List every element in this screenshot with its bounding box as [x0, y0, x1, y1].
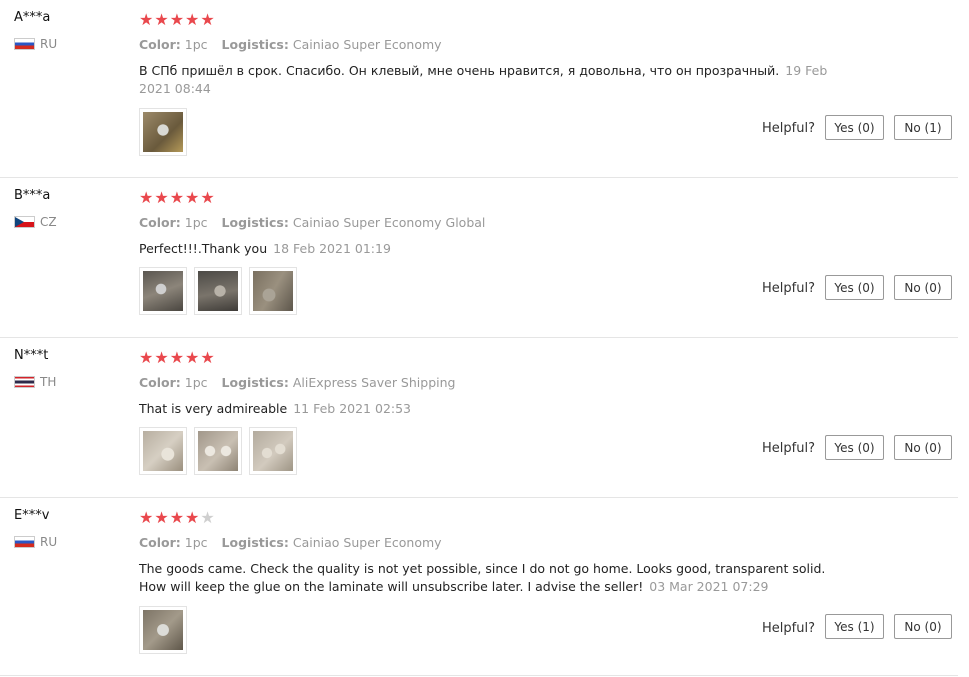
star-icon: ★: [185, 188, 201, 207]
reviewer-name: A***a: [14, 10, 51, 25]
helpful-no-button[interactable]: No (1): [894, 115, 952, 140]
logistics-label: Logistics:: [221, 375, 289, 390]
review-text: The goods came. Check the quality is not…: [139, 560, 854, 596]
review-photos: [139, 606, 194, 654]
star-icon: ★: [169, 10, 186, 29]
color-value: 1pc: [184, 535, 208, 550]
country-code: RU: [40, 535, 58, 549]
reviewer-country: TH: [14, 375, 56, 389]
reviewer-name: N***t: [14, 348, 49, 363]
helpful-label: Helpful?: [762, 281, 815, 296]
review-meta: Color: 1pc Logistics: Cainiao Super Econ…: [139, 535, 442, 550]
review-body: That is very admireable: [139, 401, 288, 416]
color-label: Color:: [139, 375, 181, 390]
helpful-no-button[interactable]: No (0): [894, 275, 952, 300]
helpful-yes-button[interactable]: Yes (0): [825, 435, 884, 460]
color-label: Color:: [139, 215, 181, 230]
helpful-no-button[interactable]: No (0): [894, 614, 952, 639]
star-icon: ★: [154, 348, 170, 367]
star-icon: ★: [200, 10, 216, 29]
star-icon: ★: [139, 348, 155, 367]
review-photo[interactable]: [249, 267, 297, 315]
star-icon: ★: [169, 348, 186, 367]
star-icon: ★: [169, 508, 186, 527]
star-icon: ★: [200, 188, 216, 207]
country-code: CZ: [40, 215, 57, 229]
helpful-yes-button[interactable]: Yes (1): [825, 614, 884, 639]
review-photos: [139, 108, 194, 156]
review-text: That is very admireable 11 Feb 2021 02:53: [139, 400, 854, 418]
star-icon: ★: [154, 10, 170, 29]
review-photo[interactable]: [139, 606, 187, 654]
flag-ru-icon: [14, 536, 35, 548]
review-photo[interactable]: [194, 267, 242, 315]
logistics-value: Cainiao Super Economy Global: [292, 215, 486, 230]
helpful-label: Helpful?: [762, 121, 815, 136]
color-label: Color:: [139, 37, 181, 52]
logistics-label: Logistics:: [221, 535, 289, 550]
reviewer-name: E***v: [14, 508, 50, 523]
review-photo[interactable]: [249, 427, 297, 475]
review-photo[interactable]: [139, 427, 187, 475]
review-meta: Color: 1pc Logistics: AliExpress Saver S…: [139, 375, 455, 390]
helpful-label: Helpful?: [762, 621, 815, 636]
helpful-yes-button[interactable]: Yes (0): [825, 275, 884, 300]
review-photos: [139, 267, 304, 315]
review-date: 11 Feb 2021 02:53: [293, 401, 412, 416]
star-rating: ★★★★★: [139, 510, 216, 526]
flag-ru-icon: [14, 38, 35, 50]
flag-cz-icon: [14, 216, 35, 228]
review-date: 03 Mar 2021 07:29: [649, 579, 769, 594]
flag-th-icon: [14, 376, 35, 388]
color-value: 1pc: [184, 37, 208, 52]
star-icon: ★: [139, 508, 155, 527]
star-rating: ★★★★★: [139, 12, 216, 28]
star-icon: ★: [139, 188, 155, 207]
reviewer-country: RU: [14, 535, 57, 549]
logistics-value: AliExpress Saver Shipping: [292, 375, 456, 390]
review-item: N***t TH ★★★★★ Color: 1pc Logistics: Ali…: [0, 338, 958, 498]
review-photo[interactable]: [139, 267, 187, 315]
reviewer-country: CZ: [14, 215, 57, 229]
logistics-value: Cainiao Super Economy: [292, 535, 442, 550]
star-icon: ★: [154, 188, 170, 207]
star-icon: ★: [154, 508, 170, 527]
review-photo[interactable]: [139, 108, 187, 156]
country-code: RU: [40, 37, 58, 51]
review-item: E***v RU ★★★★★ Color: 1pc Logistics: Cai…: [0, 498, 958, 676]
logistics-label: Logistics:: [221, 215, 289, 230]
color-value: 1pc: [184, 215, 208, 230]
helpful-yes-button[interactable]: Yes (0): [825, 115, 884, 140]
star-icon: ★: [200, 348, 216, 367]
star-icon: ★: [185, 348, 201, 367]
star-icon: ★: [169, 188, 186, 207]
star-empty-icon: ★: [200, 508, 216, 527]
review-text: Perfect!!!.Thank you 18 Feb 2021 01:19: [139, 240, 854, 258]
review-item: A***a RU ★★★★★ Color: 1pc Logistics: Cai…: [0, 0, 958, 178]
star-icon: ★: [185, 508, 201, 527]
helpful-label: Helpful?: [762, 441, 815, 456]
helpful-no-button[interactable]: No (0): [894, 435, 952, 460]
star-rating: ★★★★★: [139, 190, 216, 206]
review-body: Perfect!!!.Thank you: [139, 241, 268, 256]
color-value: 1pc: [184, 375, 208, 390]
country-code: TH: [40, 375, 57, 389]
review-meta: Color: 1pc Logistics: Cainiao Super Econ…: [139, 37, 442, 52]
logistics-label: Logistics:: [221, 37, 289, 52]
review-date: 18 Feb 2021 01:19: [273, 241, 391, 256]
color-label: Color:: [139, 535, 181, 550]
logistics-value: Cainiao Super Economy: [292, 37, 442, 52]
star-rating: ★★★★★: [139, 350, 216, 366]
review-meta: Color: 1pc Logistics: Cainiao Super Econ…: [139, 215, 485, 230]
review-photo[interactable]: [194, 427, 242, 475]
review-text: В СПб пришёл в срок. Спасибо. Он клевый,…: [139, 62, 854, 98]
star-icon: ★: [139, 10, 155, 29]
reviewer-country: RU: [14, 37, 57, 51]
star-icon: ★: [185, 10, 201, 29]
review-photos: [139, 427, 304, 475]
reviewer-name: B***a: [14, 188, 51, 203]
review-item: B***a CZ ★★★★★ Color: 1pc Logistics: Cai…: [0, 178, 958, 338]
review-body: В СПб пришёл в срок. Спасибо. Он клевый,…: [139, 63, 780, 78]
